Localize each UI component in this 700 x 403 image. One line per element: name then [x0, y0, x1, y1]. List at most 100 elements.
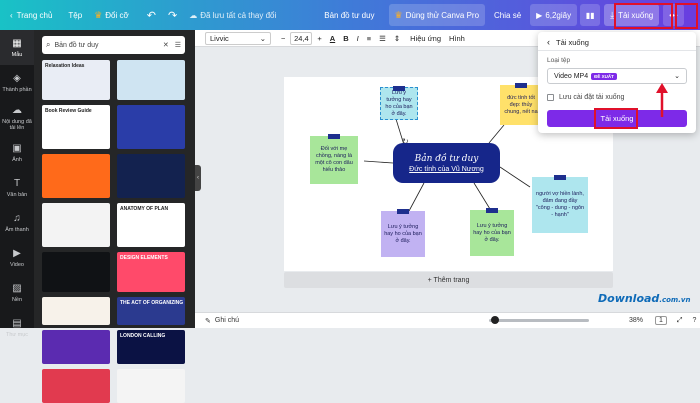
- nav-item-background[interactable]: ▨ Nền: [0, 275, 34, 310]
- search-input[interactable]: Bản đồ tư duy: [54, 42, 162, 49]
- template-thumbnail[interactable]: Relaxation Ideas: [42, 60, 110, 100]
- font-select[interactable]: Livvic ⌄: [205, 31, 271, 45]
- pin-icon: [393, 86, 405, 91]
- note-text: Lưu ý tưởng hay ho của bạn ở đây.: [384, 223, 422, 244]
- center-subtitle: Đức tính của Vũ Nương: [409, 165, 484, 173]
- pin-icon: [515, 83, 527, 88]
- template-thumbnail[interactable]: [117, 154, 185, 198]
- template-thumbnail[interactable]: DESIGN ELEMENTS: [117, 252, 185, 292]
- page-count[interactable]: 1: [655, 316, 667, 325]
- sticky-note-selected[interactable]: Lưu ý tưởng hay ho của bạn ở đây.: [380, 86, 418, 120]
- document-title[interactable]: Bản đồ tư duy: [318, 4, 380, 26]
- nav-item-uploads[interactable]: ☁ Nội dung đã tải lên: [0, 100, 34, 135]
- template-thumbnail[interactable]: [42, 203, 110, 247]
- clear-icon[interactable]: ✕: [163, 41, 169, 49]
- center-title: Bản đồ tư duy: [414, 153, 479, 164]
- animate-button[interactable]: Hình: [449, 34, 465, 43]
- align-center-icon[interactable]: ≡: [367, 34, 371, 43]
- nav-item-elements[interactable]: ◈ Thành phần: [0, 65, 34, 100]
- home-button[interactable]: ‹ Trang chủ: [4, 4, 58, 26]
- template-thumbnail[interactable]: [42, 154, 110, 198]
- note-text: Lưu ý tưởng hay ho của bạn ở đây.: [385, 89, 413, 117]
- highlight-box-download: [614, 3, 673, 29]
- help-icon[interactable]: ?: [693, 317, 697, 324]
- text-color-icon[interactable]: A: [330, 34, 335, 43]
- spacing-icon[interactable]: ⇕: [394, 34, 400, 43]
- sticky-note[interactable]: người vợ hiền lành, đảm đang đầy "công -…: [532, 175, 588, 233]
- sticky-note[interactable]: Đối với mẹ chồng, nàng là một cô con dâu…: [310, 134, 358, 184]
- sticky-note[interactable]: đức tính tốt đẹp: thủy chung, nết na: [500, 83, 542, 125]
- file-type-label: Loại tệp: [547, 57, 571, 64]
- bold-icon[interactable]: B: [343, 34, 348, 43]
- increase-size-icon[interactable]: +: [317, 34, 321, 43]
- notes-button[interactable]: Ghi chú: [215, 317, 239, 324]
- checkbox-box[interactable]: [547, 94, 554, 101]
- font-size-input[interactable]: 24,4: [290, 31, 313, 45]
- insights-icon[interactable]: ▮▮: [580, 4, 601, 26]
- fullscreen-icon[interactable]: ⤢: [677, 317, 683, 325]
- undo-icon[interactable]: ↶: [141, 4, 162, 26]
- share-button[interactable]: Chia sẻ: [488, 4, 527, 26]
- nav-label: Mẫu: [11, 51, 23, 58]
- nav-item-audio[interactable]: ♫ Âm thanh: [0, 205, 34, 240]
- center-topic[interactable]: Bản đồ tư duy Đức tính của Vũ Nương: [393, 143, 500, 183]
- zoom-slider[interactable]: [489, 316, 589, 324]
- zoom-slider-handle[interactable]: [491, 316, 499, 324]
- sticky-note[interactable]: Lưu ý tưởng hay ho của bạn ở đây.: [470, 208, 514, 256]
- add-page-button[interactable]: + Thêm trang: [284, 272, 613, 288]
- highlight-box-more: [675, 3, 698, 29]
- template-thumbnail[interactable]: [42, 297, 110, 325]
- italic-icon[interactable]: I: [357, 34, 359, 43]
- zoom-level[interactable]: 38%: [629, 317, 643, 324]
- nav-label: Ảnh: [12, 156, 22, 163]
- play-button[interactable]: ▶ 6,2giây: [530, 4, 578, 26]
- file-menu[interactable]: Tệp: [62, 4, 88, 26]
- recommended-badge: ĐỀ XUẤT: [591, 72, 617, 80]
- template-thumbnail[interactable]: [117, 105, 185, 149]
- dropdown-header: ‹ Tải xuống: [547, 37, 589, 47]
- save-settings-checkbox[interactable]: Lưu cài đặt tải xuống: [547, 94, 624, 101]
- decrease-size-icon[interactable]: −: [281, 34, 285, 43]
- notes-icon[interactable]: ✎: [205, 317, 211, 325]
- template-thumbnail[interactable]: Book Review Guide: [42, 105, 110, 149]
- note-text: người vợ hiền lành, đảm đang đầy "công -…: [535, 191, 585, 218]
- annotation-arrow-icon: [656, 83, 668, 117]
- nav-item-photos[interactable]: ▣ Ảnh: [0, 135, 34, 170]
- crown-icon: ♛: [94, 9, 103, 20]
- template-thumbnail[interactable]: [117, 60, 185, 100]
- nav-label: Thư mục: [5, 331, 29, 338]
- redo-icon[interactable]: ↷: [162, 4, 183, 26]
- file-type-select[interactable]: Video MP4 ĐỀ XUẤT ⌄: [547, 68, 687, 84]
- folder-icon: ▤: [12, 317, 22, 329]
- file-type-value: Video MP4: [554, 72, 589, 80]
- try-pro-button[interactable]: ♛ Dùng thử Canva Pro: [388, 4, 486, 26]
- watermark-tld: .com.vn: [659, 296, 691, 304]
- nav-item-text[interactable]: T Văn bản: [0, 170, 34, 205]
- audio-icon: ♫: [13, 212, 21, 224]
- template-thumbnail[interactable]: ANATOMY OF PLAN: [117, 203, 185, 247]
- template-search-bar[interactable]: ⌕ Bản đồ tư duy ✕ ☰: [42, 36, 185, 54]
- list-icon[interactable]: ☰: [379, 34, 386, 43]
- nav-label: Nền: [11, 296, 23, 303]
- template-thumbnail[interactable]: [42, 252, 110, 292]
- template-icon: ▦: [12, 37, 22, 49]
- resize-button[interactable]: ♛ Đổi cỡ: [88, 4, 135, 26]
- template-thumbnail-title: Relaxation Ideas: [45, 63, 85, 69]
- nav-label: Thành phần: [2, 86, 32, 93]
- note-text: Đối với mẹ chồng, nàng là một cô con dâu…: [315, 146, 353, 173]
- template-thumbnail[interactable]: THE ACT OF ORGANIZING: [117, 297, 185, 325]
- template-thumbnail-title: Book Review Guide: [45, 108, 92, 114]
- filter-icon[interactable]: ☰: [175, 41, 181, 49]
- template-thumbnail[interactable]: [42, 330, 110, 364]
- sticky-note[interactable]: Lưu ý tưởng hay ho của bạn ở đây.: [381, 209, 425, 257]
- nav-label: Âm thanh: [5, 226, 29, 233]
- nav-item-video[interactable]: ▶ Video: [0, 240, 34, 275]
- nav-item-templates[interactable]: ▦ Mẫu: [0, 30, 34, 65]
- effects-button[interactable]: Hiệu ứng: [410, 34, 441, 43]
- template-thumbnail[interactable]: [42, 369, 110, 403]
- template-thumbnail-title: DESIGN ELEMENTS: [120, 255, 168, 261]
- template-thumbnail[interactable]: LONDON CALLING: [117, 330, 185, 364]
- nav-label: Văn bản: [6, 191, 28, 198]
- template-thumbnail[interactable]: [117, 369, 185, 403]
- back-arrow-icon[interactable]: ‹: [547, 37, 550, 47]
